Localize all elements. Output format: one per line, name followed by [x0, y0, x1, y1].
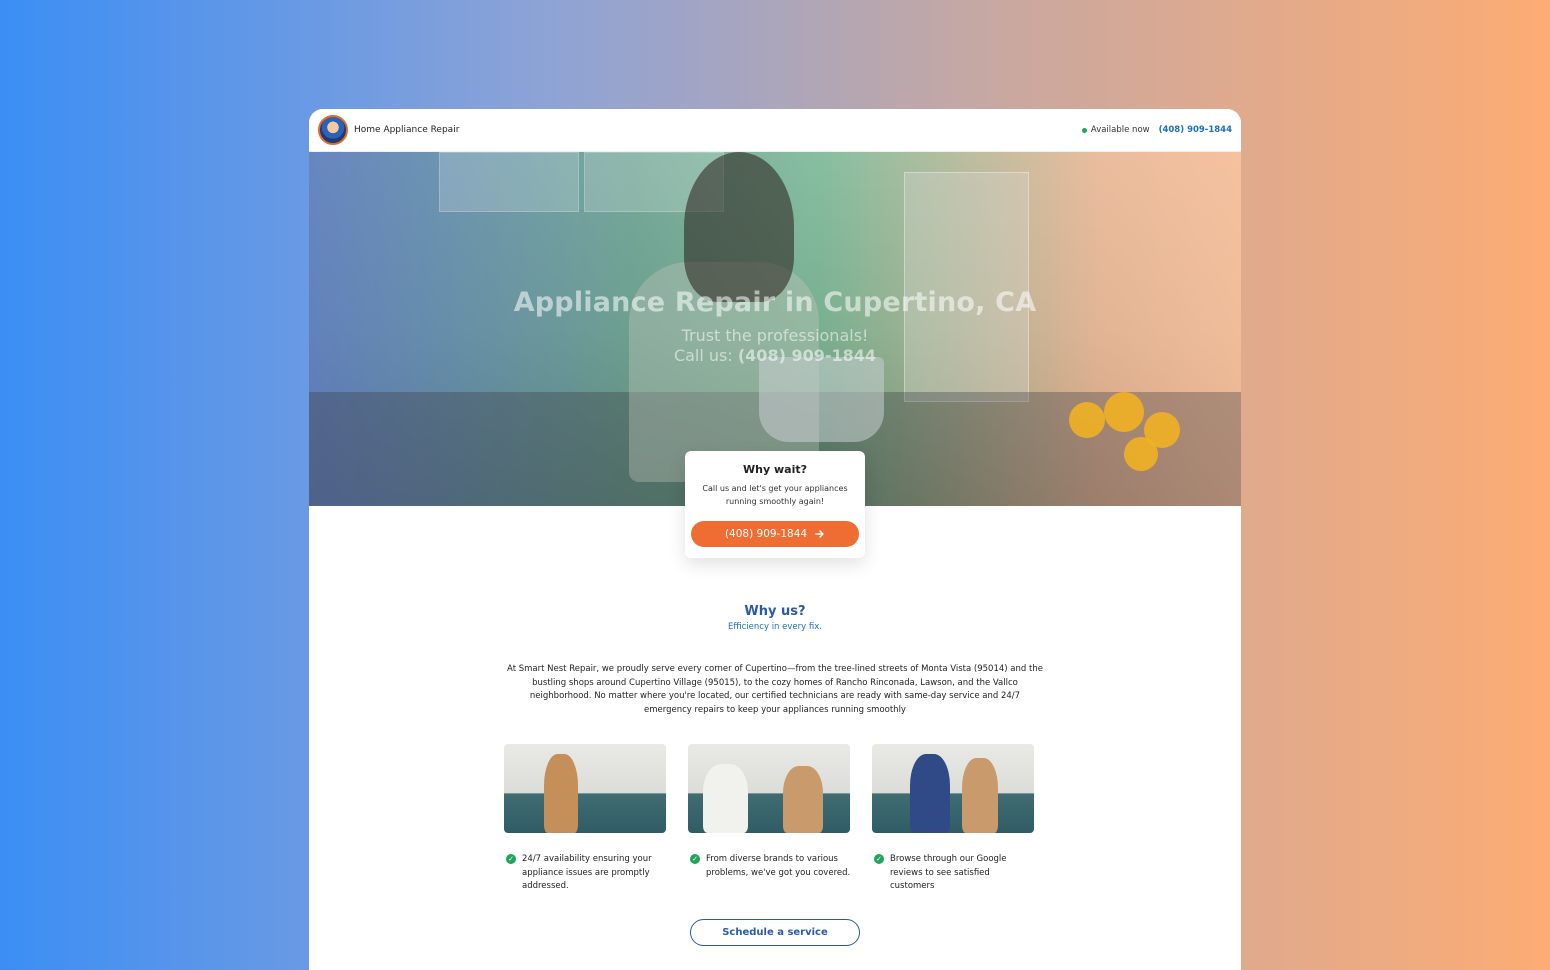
arrow-right-icon: [815, 530, 825, 538]
person-shape: [910, 754, 950, 833]
status-dot-icon: [1081, 127, 1087, 133]
feature-row: ✓ Browse through our Google reviews to s…: [872, 853, 1035, 894]
hero-call-phone[interactable]: (408) 909-1844: [738, 346, 876, 365]
availability-label: Available now: [1090, 125, 1150, 135]
hero-title: Appliance Repair in Cupertino, CA: [513, 287, 1037, 318]
hero-subtitle: Trust the professionals!: [681, 326, 869, 345]
brand-name: Home Appliance Repair: [354, 125, 460, 135]
why-us-section: Why us? Efficiency in every fix. At Smar…: [309, 604, 1241, 717]
lemon-shape: [1104, 392, 1144, 432]
technician-logo-icon: [318, 115, 348, 145]
card-text: Call us and let's get your appliances ru…: [702, 484, 848, 506]
nav-phone-link[interactable]: (408) 909-1844: [1159, 125, 1232, 135]
person-shape: [544, 754, 578, 833]
hero-call: Call us: (408) 909-1844: [309, 346, 1241, 366]
call-button[interactable]: (408) 909-1844: [691, 521, 859, 547]
brand[interactable]: Home Appliance Repair: [318, 115, 459, 145]
site-frame: Home Appliance Repair Available now (408…: [309, 109, 1241, 970]
cabinet-shape: [439, 152, 579, 212]
feature-photo-reviews: [872, 744, 1034, 833]
feature-item: ✓ 24/7 availability ensuring your applia…: [504, 744, 667, 894]
check-icon: ✓: [506, 854, 516, 864]
card-title: Why wait?: [743, 463, 807, 476]
check-icon: ✓: [690, 854, 700, 864]
feature-text: 24/7 availability ensuring your applianc…: [522, 854, 652, 891]
why-us-text: At Smart Nest Repair, we proudly serve e…: [507, 664, 1043, 715]
feature-item: ✓ Browse through our Google reviews to s…: [872, 744, 1035, 894]
feature-text: Browse through our Google reviews to see…: [890, 854, 1007, 891]
pot-shape: [759, 357, 884, 442]
person-shape: [962, 758, 998, 833]
person-shape: [703, 764, 748, 833]
hero-call-prefix: Call us:: [673, 346, 738, 365]
why-us-title: Why us?: [744, 604, 806, 619]
why-wait-card: Why wait? Call us and let's get your app…: [685, 451, 865, 558]
lemon-shape: [1069, 402, 1105, 438]
feature-row: ✓ 24/7 availability ensuring your applia…: [504, 853, 667, 894]
feature-photo-phone-call: [504, 744, 666, 833]
top-nav: Home Appliance Repair Available now (408…: [309, 109, 1241, 152]
feature-text: From diverse brands to various problems,…: [706, 854, 851, 878]
features-list: ✓ 24/7 availability ensuring your applia…: [504, 744, 1035, 894]
call-button-label: (408) 909-1844: [724, 528, 808, 540]
hero-text: Appliance Repair in Cupertino, CA Trust …: [309, 287, 1241, 366]
person-shape: [783, 766, 823, 833]
availability-status: Available now: [1081, 125, 1150, 135]
why-us-subtitle: Efficiency in every fix.: [728, 622, 822, 632]
nav-right: Available now (408) 909-1844: [1081, 125, 1232, 135]
schedule-service-button[interactable]: Schedule a service: [690, 919, 860, 946]
check-icon: ✓: [874, 854, 884, 864]
woman-hair: [684, 152, 794, 302]
feature-photo-handshake: [688, 744, 850, 833]
feature-item: ✓ From diverse brands to various problem…: [688, 744, 851, 894]
feature-row: ✓ From diverse brands to various problem…: [688, 853, 851, 880]
lemon-shape: [1124, 437, 1158, 471]
